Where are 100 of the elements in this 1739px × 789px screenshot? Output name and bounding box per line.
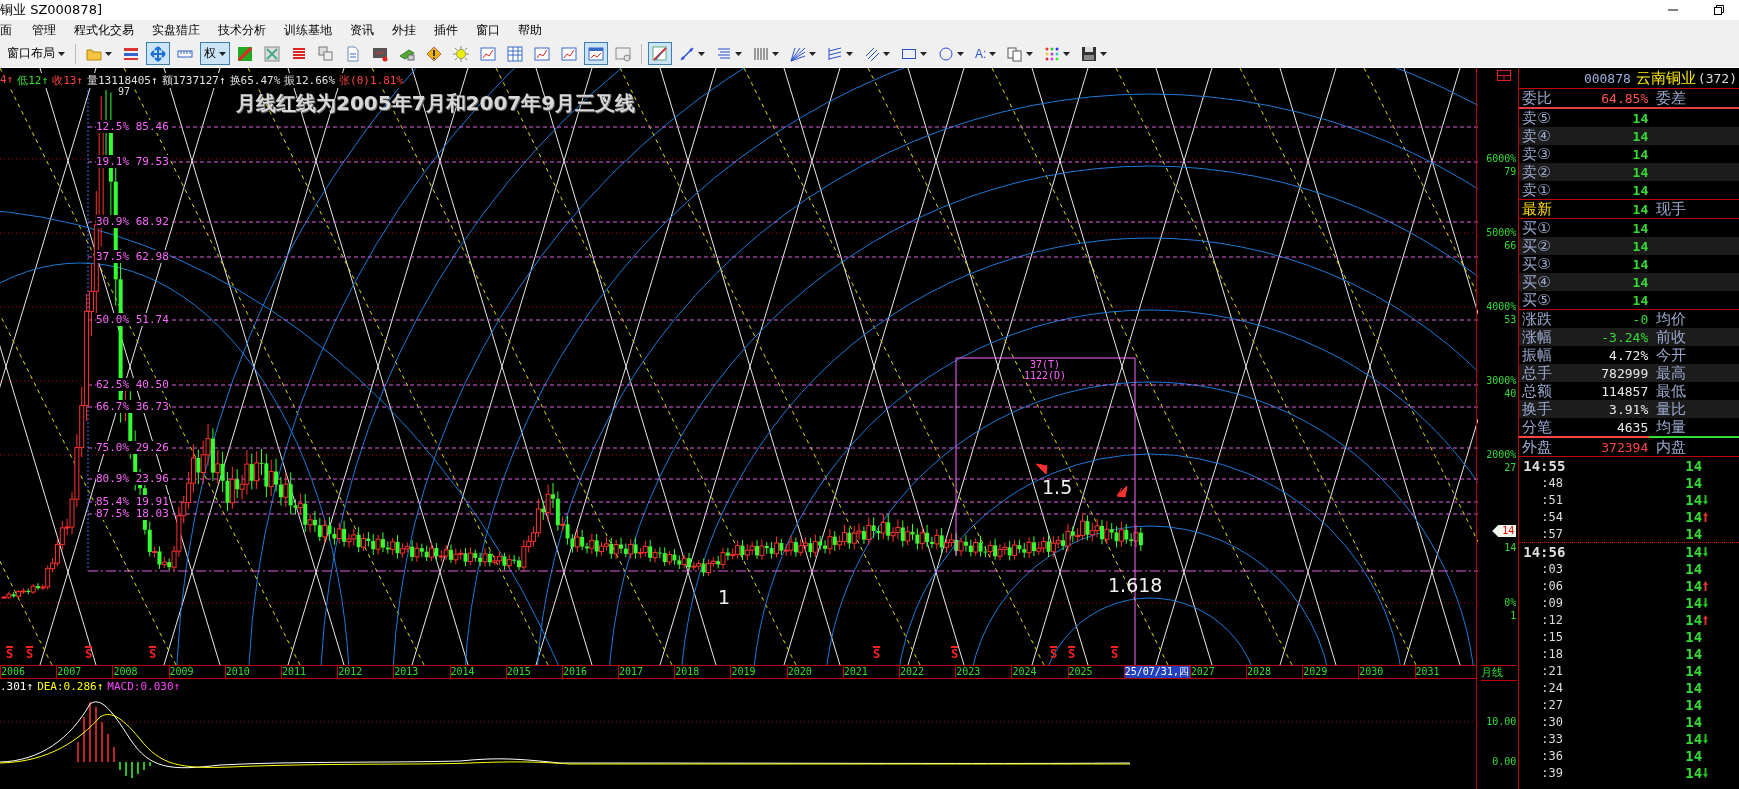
trade-price: 14: [1685, 474, 1703, 491]
axis-price-label: 14: [1504, 542, 1517, 554]
fibonacci-label: 30.9% 68.92: [96, 215, 169, 228]
menu-item[interactable]: 程式化交易: [74, 21, 143, 39]
fibonacci-lines-icon: [716, 45, 732, 62]
axis-value-label: 10.00: [1486, 716, 1517, 728]
window-title: 铜业 SZ000878]: [0, 1, 102, 19]
parallel-lines-icon: [827, 45, 843, 62]
signal-mark: S: [6, 646, 14, 661]
drawing-tool-icon: [652, 45, 668, 62]
year-label: 2028: [1245, 666, 1303, 678]
striped-bars-icon: [123, 45, 139, 62]
year-label: 2018: [674, 666, 731, 678]
row-value: -3.24%: [1600, 330, 1649, 345]
stock-code: 000878: [1583, 70, 1631, 86]
trade-time: :09: [1540, 595, 1564, 610]
ask-price: 14: [1631, 183, 1649, 198]
toolbar-button[interactable]: A:: [971, 42, 1001, 65]
year-label: 2011: [280, 666, 338, 678]
trade-time: 14:55: [1522, 457, 1567, 474]
trade-price: 14: [1685, 577, 1703, 594]
quote-info: 振12.66%: [284, 73, 336, 88]
year-label: 2022: [899, 666, 956, 678]
year-label: 2017: [618, 666, 675, 678]
move-arrows-icon: [150, 45, 166, 62]
fibonacci-label: 50.0% 51.74: [96, 313, 169, 326]
menu-item[interactable]: 窗口: [476, 21, 509, 39]
stock-name: 云南铜业: [1635, 68, 1696, 88]
trade-time: :48: [1540, 475, 1564, 490]
trade-time: 14:56: [1522, 543, 1567, 560]
menu-item[interactable]: 帮助: [518, 21, 551, 39]
axis-price-label: 79: [1504, 166, 1517, 178]
window-toggle-icon[interactable]: [1497, 70, 1512, 81]
row-value: 114857: [1600, 384, 1649, 399]
trade-price: 14: [1685, 611, 1703, 628]
ask-label: 卖④: [1522, 127, 1552, 146]
quote-info: 换65.47%: [229, 73, 281, 88]
axis-percent-label: 6000%: [1486, 153, 1517, 165]
row-label: 委比: [1522, 89, 1554, 108]
signal-mark: S: [1068, 646, 1076, 661]
bid-price: 14: [1631, 239, 1649, 254]
row-value: 4635: [1615, 420, 1649, 435]
arrow-icon: [1116, 485, 1128, 498]
diagonal-chart-icon: [237, 45, 253, 62]
axis-price-label: 66: [1504, 240, 1517, 252]
menu-item[interactable]: 管理: [32, 21, 65, 39]
axis-percent-label: 3000%: [1486, 375, 1517, 387]
axis-percent-label: 2000%: [1486, 449, 1517, 461]
ask-label: 卖⑤: [1522, 109, 1552, 128]
copy-icon: [1007, 45, 1024, 62]
list-icon: [291, 45, 307, 62]
trade-price: 14: [1685, 747, 1703, 764]
quote-info: 收13↑: [52, 73, 83, 88]
menu-item[interactable]: 实盘猎庄: [152, 21, 209, 39]
ratio-annotation: 1.5: [1042, 476, 1073, 498]
fibonacci-label: 37.5% 62.98: [96, 250, 169, 263]
trade-price: 14: [1685, 730, 1703, 747]
line-chart-icon: [534, 45, 550, 62]
screen-icon: [615, 45, 631, 62]
year-label: 2009: [168, 666, 225, 678]
signal-mark: S: [149, 646, 157, 661]
save-icon: [1081, 45, 1098, 62]
menu-item[interactable]: 训练基地: [284, 21, 341, 39]
menu-item[interactable]: 技术分析: [218, 21, 275, 39]
stacked-windows-icon: [318, 45, 334, 62]
toolbar-button[interactable]: [648, 42, 672, 65]
document-icon: [345, 45, 361, 62]
bid-price: 14: [1631, 293, 1649, 308]
row-label: 内盘: [1655, 438, 1688, 457]
trade-time: :21: [1540, 663, 1564, 678]
restore-icon[interactable]: [1713, 4, 1725, 16]
menu-item[interactable]: 外挂: [392, 21, 425, 39]
row-label: 最高: [1655, 364, 1688, 383]
ask-price: 14: [1631, 129, 1649, 144]
toolbar-button[interactable]: 窗口布局: [3, 42, 69, 65]
toolbar-button[interactable]: 权: [200, 42, 230, 65]
chart-window-icon: [588, 45, 604, 62]
row-value: 372394: [1600, 440, 1649, 455]
monitor-icon: [372, 45, 388, 62]
fibonacci-label: 75.0% 29.26: [96, 441, 169, 454]
menu-item[interactable]: 资讯: [350, 21, 383, 39]
signal-mark: S: [1050, 646, 1058, 661]
trade-price: 14: [1685, 696, 1703, 713]
menu-item[interactable]: 插件: [434, 21, 467, 39]
trade-price: 14: [1685, 713, 1703, 730]
color-dots-icon: [1044, 45, 1061, 62]
toolbar-button[interactable]: [584, 42, 608, 65]
trade-time: :54: [1540, 509, 1564, 524]
row-label: 涨跌: [1522, 310, 1554, 329]
signal-mark: S: [873, 646, 881, 661]
trade-price: 14: [1685, 645, 1703, 662]
trade-price: 14: [1685, 543, 1703, 560]
signal-mark: S: [1111, 646, 1119, 661]
bid-label: 买④: [1522, 273, 1552, 292]
row-value: -0: [1631, 312, 1649, 327]
year-label: 2024: [1011, 666, 1068, 678]
trade-time: :57: [1540, 526, 1564, 541]
trade-price: 14: [1685, 491, 1703, 508]
menu-item[interactable]: 面: [0, 21, 21, 39]
bid-price: 14: [1631, 257, 1649, 272]
